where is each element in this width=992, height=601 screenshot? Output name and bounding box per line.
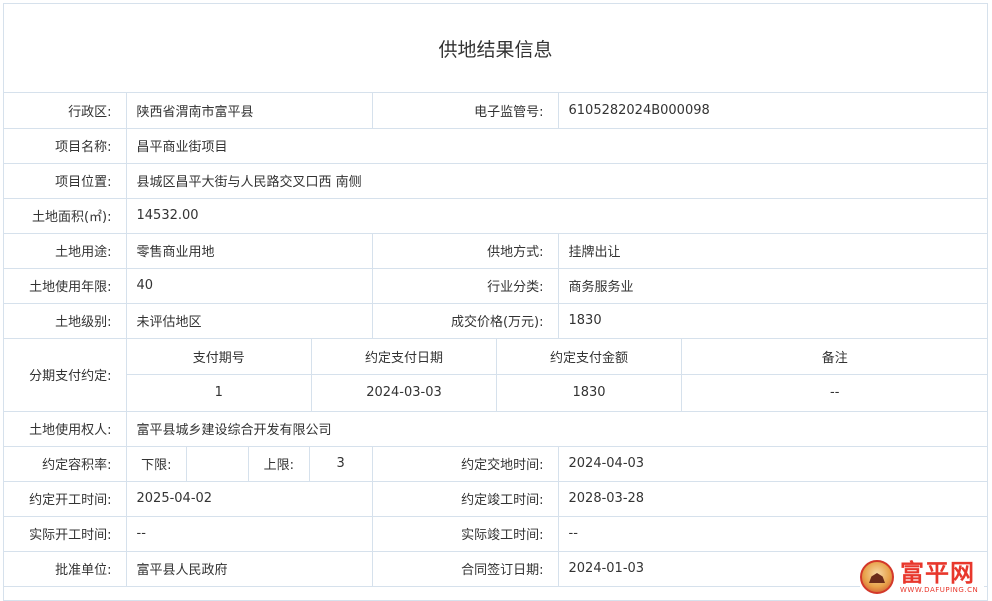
row-project-name: 项目名称: 昌平商业街项目 <box>4 127 987 164</box>
installment-header-amount: 约定支付金额 <box>496 339 682 375</box>
land-area-value: 14532.00 <box>125 197 987 234</box>
completion-time-label: 约定竣工时间: <box>371 480 559 517</box>
installment-header-date: 约定支付日期 <box>311 339 497 375</box>
installments-cell: 支付期号 约定支付日期 约定支付金额 备注 1 2024-03-03 1830 … <box>125 337 987 412</box>
palace-gate-icon <box>860 560 894 594</box>
watermark-name: 富平网 <box>900 558 975 587</box>
row-land-years: 土地使用年限: 40 行业分类: 商务服务业 <box>4 267 987 304</box>
installment-header-row: 支付期号 约定支付日期 约定支付金额 备注 <box>127 339 987 375</box>
district-value: 陕西省渭南市富平县 <box>125 93 373 129</box>
row-actual-start: 实际开工时间: -- 实际竣工时间: -- <box>4 515 987 552</box>
project-location-value: 县城区昌平大街与人民路交叉口西 南侧 <box>125 162 987 199</box>
row-land-area: 土地面积(㎡): 14532.00 <box>4 197 987 234</box>
installment-amount: 1830 <box>496 374 682 410</box>
project-location-label: 项目位置: <box>4 162 127 199</box>
row-approver: 批准单位: 富平县人民政府 合同签订日期: 2024-01-03 <box>4 550 987 587</box>
project-name-label: 项目名称: <box>4 127 127 164</box>
far-lower-label: 下限: <box>127 447 188 480</box>
row-start-time: 约定开工时间: 2025-04-02 约定竣工时间: 2028-03-28 <box>4 480 987 517</box>
page-title: 供地结果信息 <box>4 4 987 93</box>
watermark-logo: 富平网 WWW.DAFUPING.CN <box>860 556 984 598</box>
info-table: 行政区: 陕西省渭南市富平县 电子监管号: 6105282024B000098 … <box>4 93 987 587</box>
actual-start-label: 实际开工时间: <box>4 515 127 552</box>
actual-start-value: -- <box>125 515 373 552</box>
supply-method-value: 挂牌出让 <box>557 232 987 269</box>
far-range: 下限: 上限: 3 <box>127 447 371 480</box>
land-owner-label: 土地使用权人: <box>4 410 127 447</box>
table-row: 1 2024-03-03 1830 -- <box>127 374 987 410</box>
supply-result-panel: 供地结果信息 行政区: 陕西省渭南市富平县 电子监管号: 6105282024B… <box>3 3 988 601</box>
installment-table: 支付期号 约定支付日期 约定支付金额 备注 1 2024-03-03 1830 … <box>127 339 987 410</box>
handover-time-value: 2024-04-03 <box>557 445 987 482</box>
land-years-label: 土地使用年限: <box>4 267 127 304</box>
handover-time-label: 约定交地时间: <box>371 445 559 482</box>
land-level-value: 未评估地区 <box>125 302 373 339</box>
monitor-no-label: 电子监管号: <box>371 93 559 129</box>
actual-completion-label: 实际竣工时间: <box>371 515 559 552</box>
industry-label: 行业分类: <box>371 267 559 304</box>
actual-completion-value: -- <box>557 515 987 552</box>
land-use-label: 土地用途: <box>4 232 127 269</box>
row-district: 行政区: 陕西省渭南市富平县 电子监管号: 6105282024B000098 <box>4 93 987 129</box>
far-upper-label: 上限: <box>249 447 310 480</box>
deal-price-label: 成交价格(万元): <box>371 302 559 339</box>
row-land-level: 土地级别: 未评估地区 成交价格(万元): 1830 <box>4 302 987 339</box>
far-lower-value <box>187 447 249 480</box>
installment-remark: -- <box>681 374 987 410</box>
start-time-label: 约定开工时间: <box>4 480 127 517</box>
far-cell: 下限: 上限: 3 <box>125 445 373 482</box>
approver-label: 批准单位: <box>4 550 127 587</box>
industry-value: 商务服务业 <box>557 267 987 304</box>
contract-date-label: 合同签订日期: <box>371 550 559 587</box>
installment-period: 1 <box>127 374 312 410</box>
watermark-text: 富平网 WWW.DAFUPING.CN <box>900 560 978 595</box>
project-name-value: 昌平商业街项目 <box>125 127 987 164</box>
row-land-owner: 土地使用权人: 富平县城乡建设综合开发有限公司 <box>4 410 987 447</box>
watermark-url: WWW.DAFUPING.CN <box>900 585 979 594</box>
land-years-value: 40 <box>125 267 373 304</box>
far-label: 约定容积率: <box>4 445 127 482</box>
installment-header-period: 支付期号 <box>127 339 312 375</box>
row-far: 约定容积率: 下限: 上限: 3 约定交地时间: 2024-04-03 <box>4 445 987 482</box>
district-label: 行政区: <box>4 93 127 129</box>
start-time-value: 2025-04-02 <box>125 480 373 517</box>
land-level-label: 土地级别: <box>4 302 127 339</box>
installment-date: 2024-03-03 <box>311 374 497 410</box>
installments-label: 分期支付约定: <box>4 337 127 412</box>
installment-header-remark: 备注 <box>681 339 987 375</box>
monitor-no-value: 6105282024B000098 <box>557 93 987 129</box>
land-owner-value: 富平县城乡建设综合开发有限公司 <box>125 410 987 447</box>
completion-time-value: 2028-03-28 <box>557 480 987 517</box>
row-land-use: 土地用途: 零售商业用地 供地方式: 挂牌出让 <box>4 232 987 269</box>
row-project-location: 项目位置: 县城区昌平大街与人民路交叉口西 南侧 <box>4 162 987 199</box>
far-upper-value: 3 <box>336 456 345 471</box>
deal-price-value: 1830 <box>557 302 987 339</box>
row-installments: 分期支付约定: 支付期号 约定支付日期 约定支付金额 备注 1 2024-03-… <box>4 337 987 412</box>
approver-value: 富平县人民政府 <box>125 550 373 587</box>
land-area-label: 土地面积(㎡): <box>4 197 127 234</box>
land-use-value: 零售商业用地 <box>125 232 373 269</box>
supply-method-label: 供地方式: <box>371 232 559 269</box>
